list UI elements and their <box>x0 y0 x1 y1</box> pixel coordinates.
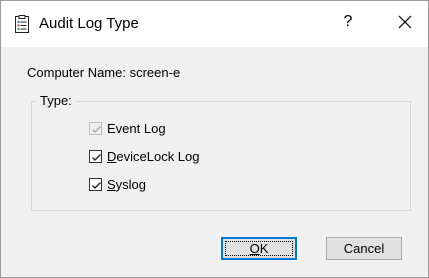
event-log-checkbox[interactable]: Event Log <box>89 119 166 137</box>
window-title: Audit Log Type <box>39 15 139 32</box>
type-group-label: Type: <box>37 93 75 108</box>
checkbox-box <box>89 121 102 135</box>
document-list-icon <box>15 15 29 33</box>
checkbox-box <box>89 149 102 163</box>
checkbox-box <box>89 177 102 191</box>
close-button[interactable] <box>385 5 425 39</box>
close-icon <box>398 15 412 29</box>
computer-name-label: Computer Name: screen-e <box>27 65 181 80</box>
help-button[interactable]: ? <box>331 5 365 39</box>
type-groupbox <box>31 101 411 211</box>
focus-rectangle <box>225 241 293 256</box>
event-log-label: Event Log <box>107 120 166 136</box>
devicelock-log-label: DeviceLock Log <box>107 148 200 164</box>
syslog-label: Syslog <box>107 176 147 192</box>
audit-log-type-dialog: Audit Log Type ? Computer Name: screen-e… <box>0 0 429 278</box>
devicelock-log-checkbox[interactable]: DeviceLock Log <box>89 147 200 165</box>
syslog-checkbox[interactable]: Syslog <box>89 175 146 193</box>
ok-button[interactable]: OK <box>221 237 297 260</box>
title-bar[interactable]: Audit Log Type ? <box>1 1 428 47</box>
cancel-button[interactable]: Cancel <box>326 237 402 260</box>
